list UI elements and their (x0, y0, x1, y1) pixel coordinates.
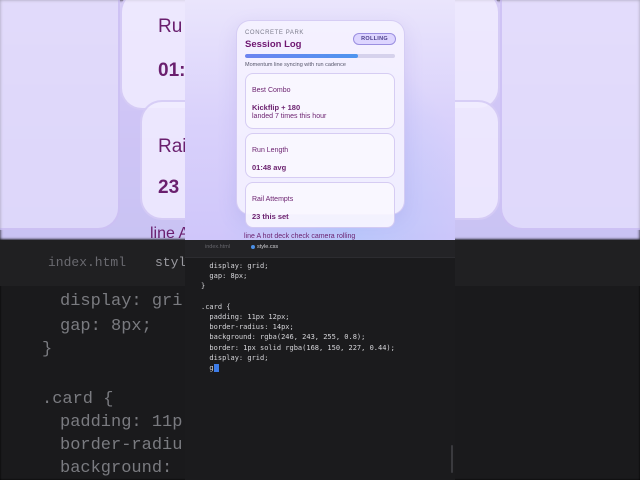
stat-card-rail-attempts[interactable]: Rail Attempts 23 this set (245, 182, 395, 228)
phone-frame: CONCRETE PARK Session Log ROLLING Moment… (185, 0, 455, 480)
code-line: border: 1px solid rgba(168, 150, 227, 0.… (201, 343, 395, 352)
code-editor[interactable]: index.html style.css display: grid; gap:… (185, 240, 455, 480)
session-log-panel: CONCRETE PARK Session Log ROLLING Moment… (236, 20, 405, 228)
panel-subtitle: Momentum line syncing with run cadence (245, 62, 346, 68)
card-value: 23 this set (252, 212, 289, 221)
background-code-line: gap: 8px; (60, 317, 152, 336)
background-card (0, 0, 120, 230)
code-line: display: grid; (201, 353, 269, 362)
code-line: display: grid; (201, 262, 269, 270)
background-code-line: padding: 11p (60, 413, 183, 432)
background-card-text: 01: (158, 60, 186, 81)
background-card-text: 23 (158, 177, 180, 198)
editor-tab-bar: index.html style.css (185, 240, 455, 258)
status-badge[interactable]: ROLLING (353, 33, 396, 45)
code-line: gap: 8px; (201, 272, 248, 281)
stat-card-best-combo[interactable]: Best Combo Kickflip + 180 landed 7 times… (245, 73, 395, 129)
code-line: .card { (201, 302, 231, 311)
tab-style-css[interactable]: style.css (251, 244, 278, 250)
card-label: Rail Attempts (252, 196, 294, 203)
code-area[interactable]: display: grid; gap: 8px; } .card { paddi… (201, 261, 395, 373)
momentum-progress-bar (245, 54, 395, 58)
stat-card-run-length[interactable]: Run Length 01:48 avg (245, 133, 395, 178)
background-code-line: .card { (42, 390, 114, 409)
code-line: padding: 11px 12px; (201, 312, 290, 321)
code-line: } (201, 282, 206, 291)
preview-pane: CONCRETE PARK Session Log ROLLING Moment… (185, 0, 455, 240)
background-code-line: display: gri (60, 292, 183, 311)
text-cursor (213, 363, 219, 372)
code-line: background: rgba(246, 243, 255, 0.8); (201, 333, 366, 342)
background-tab: index.html (48, 255, 127, 270)
tab-index-html[interactable]: index.html (205, 244, 230, 250)
code-text: g (201, 363, 214, 372)
card-label: Run Length (252, 147, 289, 154)
overflow-text: line A hot deck check camera rolling (244, 233, 356, 240)
background-code-line: border-radiu (60, 436, 183, 455)
panel-title: Session Log (245, 39, 302, 50)
code-line: border-radius: 14px; (201, 323, 294, 332)
background-card-text: Ru (158, 16, 183, 37)
card-value: 01:48 avg (252, 163, 287, 172)
card-value: Kickflip + 180 (252, 103, 301, 112)
card-subtext: landed 7 times this hour (252, 113, 327, 120)
modified-dot-icon (251, 244, 255, 249)
tab-label: style.css (257, 244, 279, 250)
editor-scrollbar[interactable] (451, 445, 453, 473)
background-code-line: background: (60, 459, 173, 478)
code-line-active: g (201, 363, 395, 373)
card-label: Best Combo (252, 87, 291, 94)
background-code-line: } (42, 340, 53, 359)
momentum-progress-fill (245, 54, 358, 58)
panel-eyebrow: CONCRETE PARK (245, 30, 305, 36)
background-card (500, 0, 640, 230)
